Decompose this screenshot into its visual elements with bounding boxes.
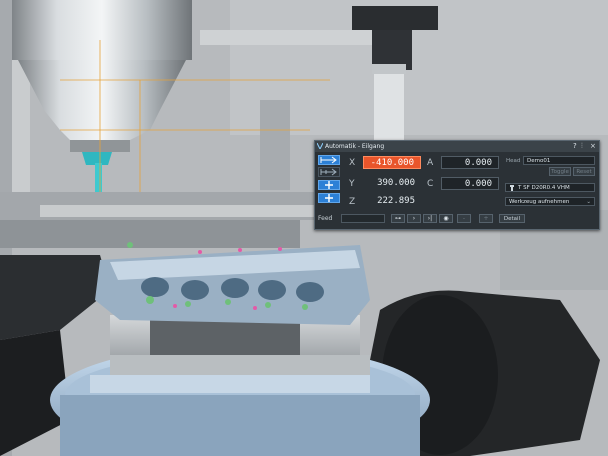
record-icon[interactable]: ◉ — [439, 214, 453, 223]
axis-label-z: Z — [349, 197, 356, 207]
rapid-traverse-button[interactable] — [318, 155, 340, 165]
head-label: Head — [506, 158, 521, 164]
help-icon[interactable]: ? — [573, 141, 577, 152]
pin-icon[interactable]: ⫶ — [581, 141, 583, 152]
app-logo-icon — [317, 143, 323, 149]
axis-label-x: X — [349, 158, 356, 168]
minus-icon[interactable]: - — [457, 214, 471, 223]
axis-label-c: C — [427, 179, 434, 189]
close-icon[interactable]: × — [590, 141, 596, 152]
axis-label-y: Y — [349, 179, 355, 189]
reset-button[interactable]: Reset — [573, 167, 595, 176]
tool-field[interactable]: T SF D20R0.4 VHM — [505, 183, 595, 192]
axis-value-c: 0.000 — [441, 177, 499, 190]
axis-value-y: 390.000 — [377, 178, 415, 188]
tool-holder-icon — [510, 185, 514, 191]
tool-action-label: Werkzeug aufnehmen — [509, 199, 570, 205]
tool-action-select[interactable]: Werkzeug aufnehmen ⌄ — [505, 197, 595, 206]
end-icon[interactable]: ›| — [423, 214, 437, 223]
head-value-field[interactable]: Demo01 — [523, 156, 595, 165]
step-arrow-icon — [320, 168, 337, 176]
tool-name: T SF D20R0.4 VHM — [518, 185, 570, 191]
axis-value-a: 0.000 — [441, 156, 499, 169]
forward-icon[interactable]: › — [407, 214, 421, 223]
jog-move-button[interactable] — [318, 180, 340, 190]
detail-button[interactable]: Detail — [499, 214, 525, 223]
axis-value-x: -410.000 — [363, 156, 421, 169]
step-mode-button[interactable] — [318, 167, 340, 177]
feed-label: Feed — [318, 215, 333, 222]
step-back-icon[interactable]: ⊶ — [391, 214, 405, 223]
chevron-down-icon: ⌄ — [586, 199, 591, 205]
axis-value-z: 222.895 — [377, 196, 415, 206]
move-cross-icon — [325, 194, 333, 202]
toggle-button[interactable]: Toggle — [549, 167, 571, 176]
axis-label-a: A — [427, 158, 434, 168]
feed-slider[interactable] — [341, 214, 385, 223]
panel-title: Automatik - Eilgang — [325, 143, 385, 150]
rapid-arrow-icon — [320, 156, 337, 164]
move-cross-icon — [325, 181, 333, 189]
position-move-button[interactable] — [318, 193, 340, 203]
plus-icon[interactable]: + — [479, 214, 493, 223]
panel-titlebar: Automatik - Eilgang ? ⫶ × — [315, 141, 599, 152]
automatic-mode-panel: Automatik - Eilgang ? ⫶ × X -410.000 Y 3… — [314, 140, 600, 230]
